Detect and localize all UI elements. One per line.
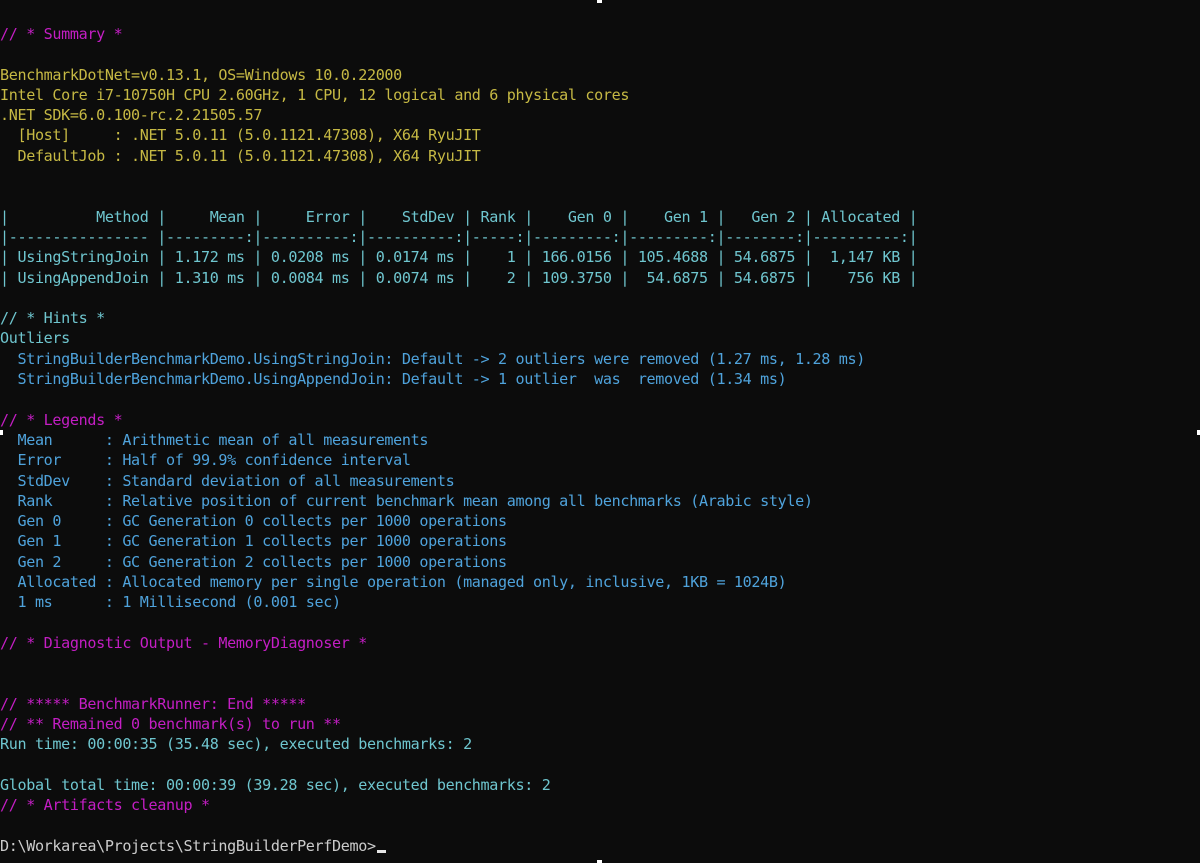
- legend-item: StdDev : Standard deviation of all measu…: [0, 471, 455, 490]
- env-line-benchmarkdotnet: BenchmarkDotNet=v0.13.1, OS=Windows 10.0…: [0, 65, 402, 84]
- remained-line: // ** Remained 0 benchmark(s) to run **: [0, 715, 341, 734]
- outlier-line: StringBuilderBenchmarkDemo.UsingStringJo…: [0, 349, 865, 368]
- text-cursor: [376, 849, 386, 853]
- legend-item: Gen 1 : GC Generation 1 collects per 100…: [0, 532, 507, 551]
- legend-item: Gen 0 : GC Generation 0 collects per 100…: [0, 512, 507, 531]
- legend-item: Mean : Arithmetic mean of all measuremen…: [0, 430, 429, 449]
- hints-header: // * Hints *: [0, 309, 105, 328]
- legend-item: Error : Half of 99.9% confidence interva…: [0, 451, 411, 470]
- env-line-cpu: Intel Core i7-10750H CPU 2.60GHz, 1 CPU,…: [0, 85, 630, 104]
- runner-end-line: // ***** BenchmarkRunner: End *****: [0, 694, 306, 713]
- run-time-line: Run time: 00:00:35 (35.48 sec), executed…: [0, 735, 472, 754]
- summary-header: // * Summary *: [0, 25, 123, 43]
- env-line-host: [Host] : .NET 5.0.11 (5.0.1121.47308), X…: [0, 126, 481, 145]
- terminal-window[interactable]: // * Summary * BenchmarkDotNet=v0.13.1, …: [0, 0, 1200, 863]
- resize-handle-top[interactable]: [597, 0, 602, 3]
- command-prompt[interactable]: D:\Workarea\Projects\StringBuilderPerfDe…: [0, 836, 1200, 856]
- global-time-line: Global total time: 00:00:39 (39.28 sec),…: [0, 775, 551, 794]
- legend-item: Gen 2 : GC Generation 2 collects per 100…: [0, 552, 507, 571]
- legends-header: // * Legends *: [0, 410, 123, 429]
- artifacts-line: // * Artifacts cleanup *: [0, 796, 210, 815]
- results-table-separator: |---------------- |---------:|----------…: [0, 227, 918, 246]
- legend-item: 1 ms : 1 Millisecond (0.001 sec): [0, 593, 341, 612]
- resize-handle-left[interactable]: [0, 430, 3, 435]
- env-line-sdk: .NET SDK=6.0.100-rc.2.21505.57: [0, 106, 263, 125]
- legend-item: Allocated : Allocated memory per single …: [0, 573, 787, 592]
- outlier-line: StringBuilderBenchmarkDemo.UsingAppendJo…: [0, 370, 787, 389]
- outliers-title: Outliers: [0, 329, 70, 348]
- env-line-defaultjob: DefaultJob : .NET 5.0.11 (5.0.1121.47308…: [0, 146, 481, 165]
- prompt-path: D:\Workarea\Projects\StringBuilderPerfDe…: [0, 836, 376, 855]
- results-table-header: | Method | Mean | Error | StdDev | Rank …: [0, 207, 918, 226]
- legend-item: Rank : Relative position of current benc…: [0, 491, 813, 510]
- table-row: | UsingStringJoin | 1.172 ms | 0.0208 ms…: [0, 248, 918, 267]
- table-row: | UsingAppendJoin | 1.310 ms | 0.0084 ms…: [0, 268, 918, 287]
- diagnostic-header: // * Diagnostic Output - MemoryDiagnoser…: [0, 633, 367, 652]
